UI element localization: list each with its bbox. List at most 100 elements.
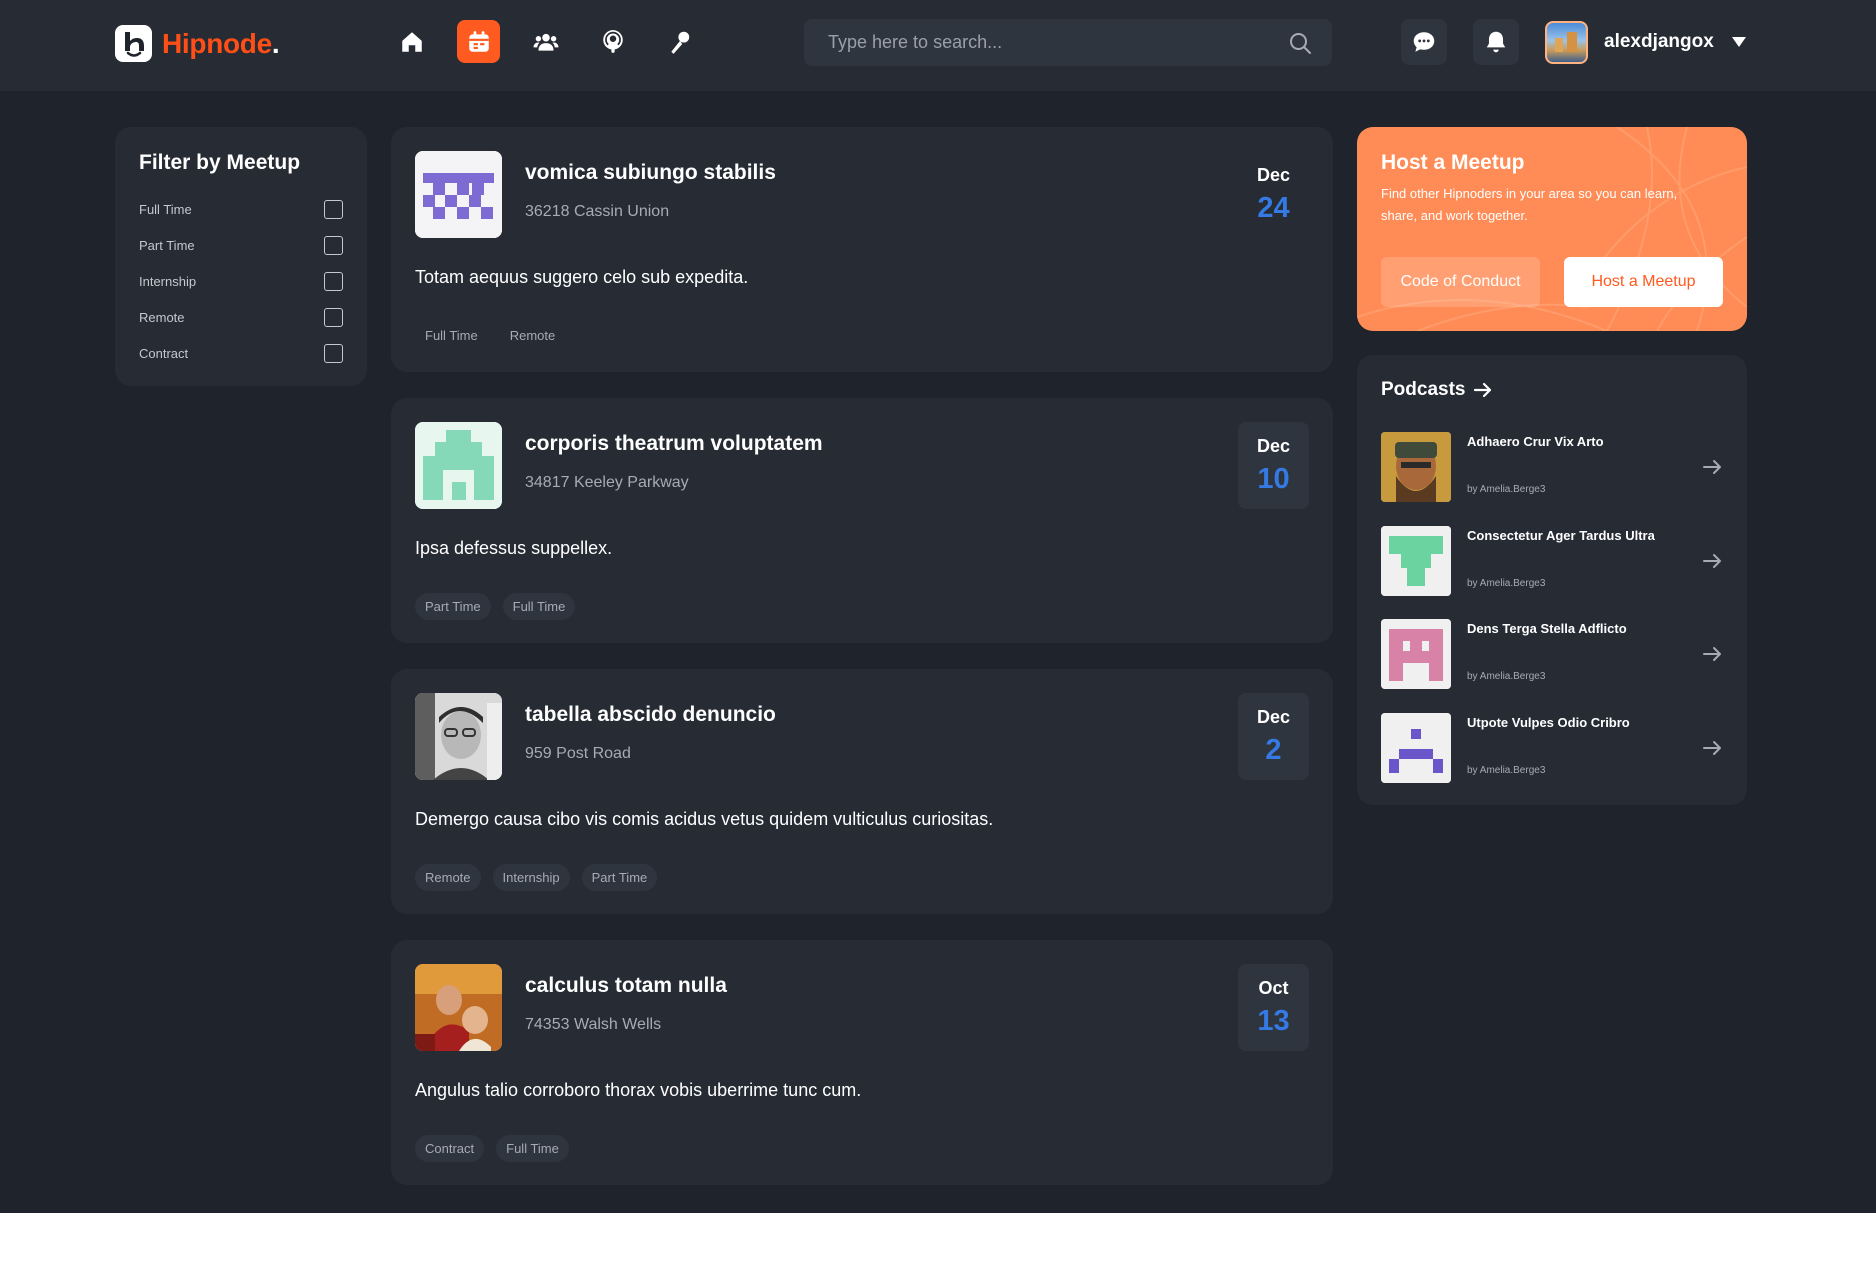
- filter-title: Filter by Meetup: [139, 151, 301, 174]
- podcast-author: by Amelia.Berge3: [1467, 765, 1546, 776]
- nav-interviews[interactable]: [658, 20, 701, 63]
- filter-checkbox[interactable]: [324, 199, 343, 219]
- search-input[interactable]: [828, 32, 1288, 53]
- meetup-tag[interactable]: Full Time: [496, 1135, 569, 1162]
- podcast-thumbnail: [1381, 619, 1451, 689]
- chat-icon: [1413, 32, 1435, 52]
- meetup-tags: Contract Full Time: [415, 1135, 569, 1162]
- meetup-tag[interactable]: Full Time: [415, 322, 488, 349]
- podcast-item[interactable]: Adhaero Crur Vix Arto by Amelia.Berge3: [1381, 432, 1723, 502]
- code-of-conduct-button[interactable]: Code of Conduct: [1381, 257, 1540, 307]
- meetup-address: 959 Post Road: [525, 745, 631, 762]
- filter-checkbox[interactable]: [324, 271, 343, 291]
- meetup-card[interactable]: tabella abscido denuncio 959 Post Road D…: [391, 669, 1333, 914]
- arrow-right-icon[interactable]: [1701, 737, 1723, 759]
- meetup-description: Totam aequus suggero celo sub expedita.: [415, 267, 749, 287]
- podcast-icon: [602, 29, 623, 53]
- meetup-description: Demergo causa cibo vis comis acidus vetu…: [415, 809, 994, 829]
- podcast-item[interactable]: Utpote Vulpes Odio Cribro by Amelia.Berg…: [1381, 713, 1723, 783]
- bell-icon: [1486, 31, 1506, 53]
- filter-option[interactable]: Remote: [139, 299, 343, 335]
- date-day: 2: [1265, 734, 1282, 766]
- meetup-date: Dec 24: [1238, 151, 1309, 238]
- podcast-thumbnail: [1381, 432, 1451, 502]
- host-meetup-button[interactable]: Host a Meetup: [1564, 257, 1723, 307]
- meetup-thumbnail: [415, 693, 502, 780]
- logo-text: Hipnode.: [162, 27, 280, 59]
- logo[interactable]: Hipnode.: [115, 25, 280, 62]
- meetup-tag[interactable]: Full Time: [502, 593, 576, 620]
- username[interactable]: alexdjangox: [1604, 31, 1714, 53]
- nav-groups[interactable]: [524, 20, 567, 63]
- meetup-title[interactable]: corporis theatrum voluptatem: [525, 432, 823, 456]
- podcasts-header[interactable]: Podcasts: [1381, 379, 1723, 401]
- nav-home[interactable]: [390, 20, 433, 63]
- date-day: 24: [1257, 192, 1290, 224]
- header-actions: alexdjangox: [1401, 19, 1746, 65]
- date-month: Dec: [1256, 165, 1291, 185]
- filter-checkbox[interactable]: [324, 307, 343, 327]
- podcast-title[interactable]: Utpote Vulpes Odio Cribro: [1467, 715, 1630, 730]
- meetup-tag[interactable]: Internship: [492, 864, 570, 891]
- meetup-list: vomica subiungo stabilis 36218 Cassin Un…: [391, 127, 1333, 1211]
- podcast-thumbnail: [1381, 526, 1451, 596]
- podcast-title[interactable]: Consectetur Ager Tardus Ultra: [1467, 528, 1655, 543]
- arrow-right-icon[interactable]: [1701, 643, 1723, 665]
- meetup-title[interactable]: calculus totam nulla: [525, 974, 727, 998]
- podcast-item[interactable]: Dens Terga Stella Adflicto by Amelia.Ber…: [1381, 619, 1723, 689]
- meetup-tag[interactable]: Contract: [415, 1135, 485, 1162]
- groups-icon: [533, 33, 558, 51]
- date-month: Dec: [1256, 436, 1291, 456]
- host-meetup-card: Host a Meetup Find other Hipnoders in yo…: [1357, 127, 1747, 331]
- meetup-card[interactable]: vomica subiungo stabilis 36218 Cassin Un…: [391, 127, 1333, 372]
- meetup-thumbnail: [415, 964, 502, 1051]
- user-avatar[interactable]: [1545, 20, 1588, 64]
- filter-panel: Filter by Meetup Full Time Part Time Int…: [115, 127, 367, 386]
- filter-option[interactable]: Contract: [139, 335, 343, 371]
- filter-checkbox[interactable]: [324, 235, 343, 255]
- meetup-address: 34817 Keeley Parkway: [525, 474, 689, 491]
- meetup-tag[interactable]: Part Time: [415, 593, 491, 620]
- main-nav: [390, 20, 701, 63]
- podcast-thumbnail: [1381, 713, 1451, 783]
- meetup-address: 74353 Walsh Wells: [525, 1016, 662, 1033]
- meetup-tag[interactable]: Remote: [500, 322, 566, 349]
- filter-option[interactable]: Internship: [139, 263, 343, 299]
- date-day: 10: [1257, 463, 1290, 495]
- arrow-right-icon: [1474, 382, 1492, 398]
- meetup-address: 36218 Cassin Union: [525, 203, 670, 220]
- arrow-right-icon[interactable]: [1701, 456, 1723, 478]
- podcasts-panel: Podcasts Adhaero Crur Vix Arto by Amelia…: [1357, 355, 1747, 805]
- meetup-title[interactable]: vomica subiungo stabilis: [525, 161, 776, 185]
- app-root: Hipnode. Type here to search... alexdjan…: [0, 0, 1876, 1213]
- podcast-author: by Amelia.Berge3: [1467, 671, 1546, 682]
- nav-podcasts[interactable]: [591, 20, 634, 63]
- home-icon: [401, 31, 422, 52]
- podcast-title[interactable]: Dens Terga Stella Adflicto: [1467, 621, 1627, 636]
- arrow-right-icon[interactable]: [1701, 550, 1723, 572]
- host-actions: Code of Conduct Host a Meetup: [1381, 257, 1723, 307]
- meetup-card[interactable]: calculus totam nulla 74353 Walsh Wells O…: [391, 940, 1333, 1185]
- filter-option[interactable]: Part Time: [139, 227, 343, 263]
- filter-checkbox[interactable]: [324, 343, 343, 363]
- podcast-item[interactable]: Consectetur Ager Tardus Ultra by Amelia.…: [1381, 526, 1723, 596]
- filter-option[interactable]: Full Time: [139, 191, 343, 227]
- podcast-author: by Amelia.Berge3: [1467, 578, 1546, 589]
- host-description: Find other Hipnoders in your area so you…: [1381, 186, 1678, 223]
- podcast-title[interactable]: Adhaero Crur Vix Arto: [1467, 434, 1604, 449]
- date-month: Oct: [1258, 978, 1289, 998]
- meetup-card[interactable]: corporis theatrum voluptatem 34817 Keele…: [391, 398, 1333, 643]
- messages-button[interactable]: [1401, 19, 1447, 65]
- notifications-button[interactable]: [1473, 19, 1519, 65]
- microphone-icon: [670, 31, 689, 54]
- meetup-tag[interactable]: Remote: [415, 864, 481, 891]
- meetup-description: Angulus talio corroboro thorax vobis ube…: [415, 1080, 862, 1100]
- meetup-tag[interactable]: Part Time: [581, 864, 658, 891]
- date-day: 13: [1257, 1005, 1290, 1037]
- chevron-down-icon[interactable]: [1731, 37, 1746, 47]
- top-bar: Hipnode. Type here to search... alexdjan…: [0, 0, 1876, 91]
- meetup-title[interactable]: tabella abscido denuncio: [525, 703, 776, 727]
- search-bar: [804, 19, 1332, 66]
- search-icon[interactable]: [1288, 31, 1312, 55]
- nav-calendar[interactable]: [457, 20, 500, 63]
